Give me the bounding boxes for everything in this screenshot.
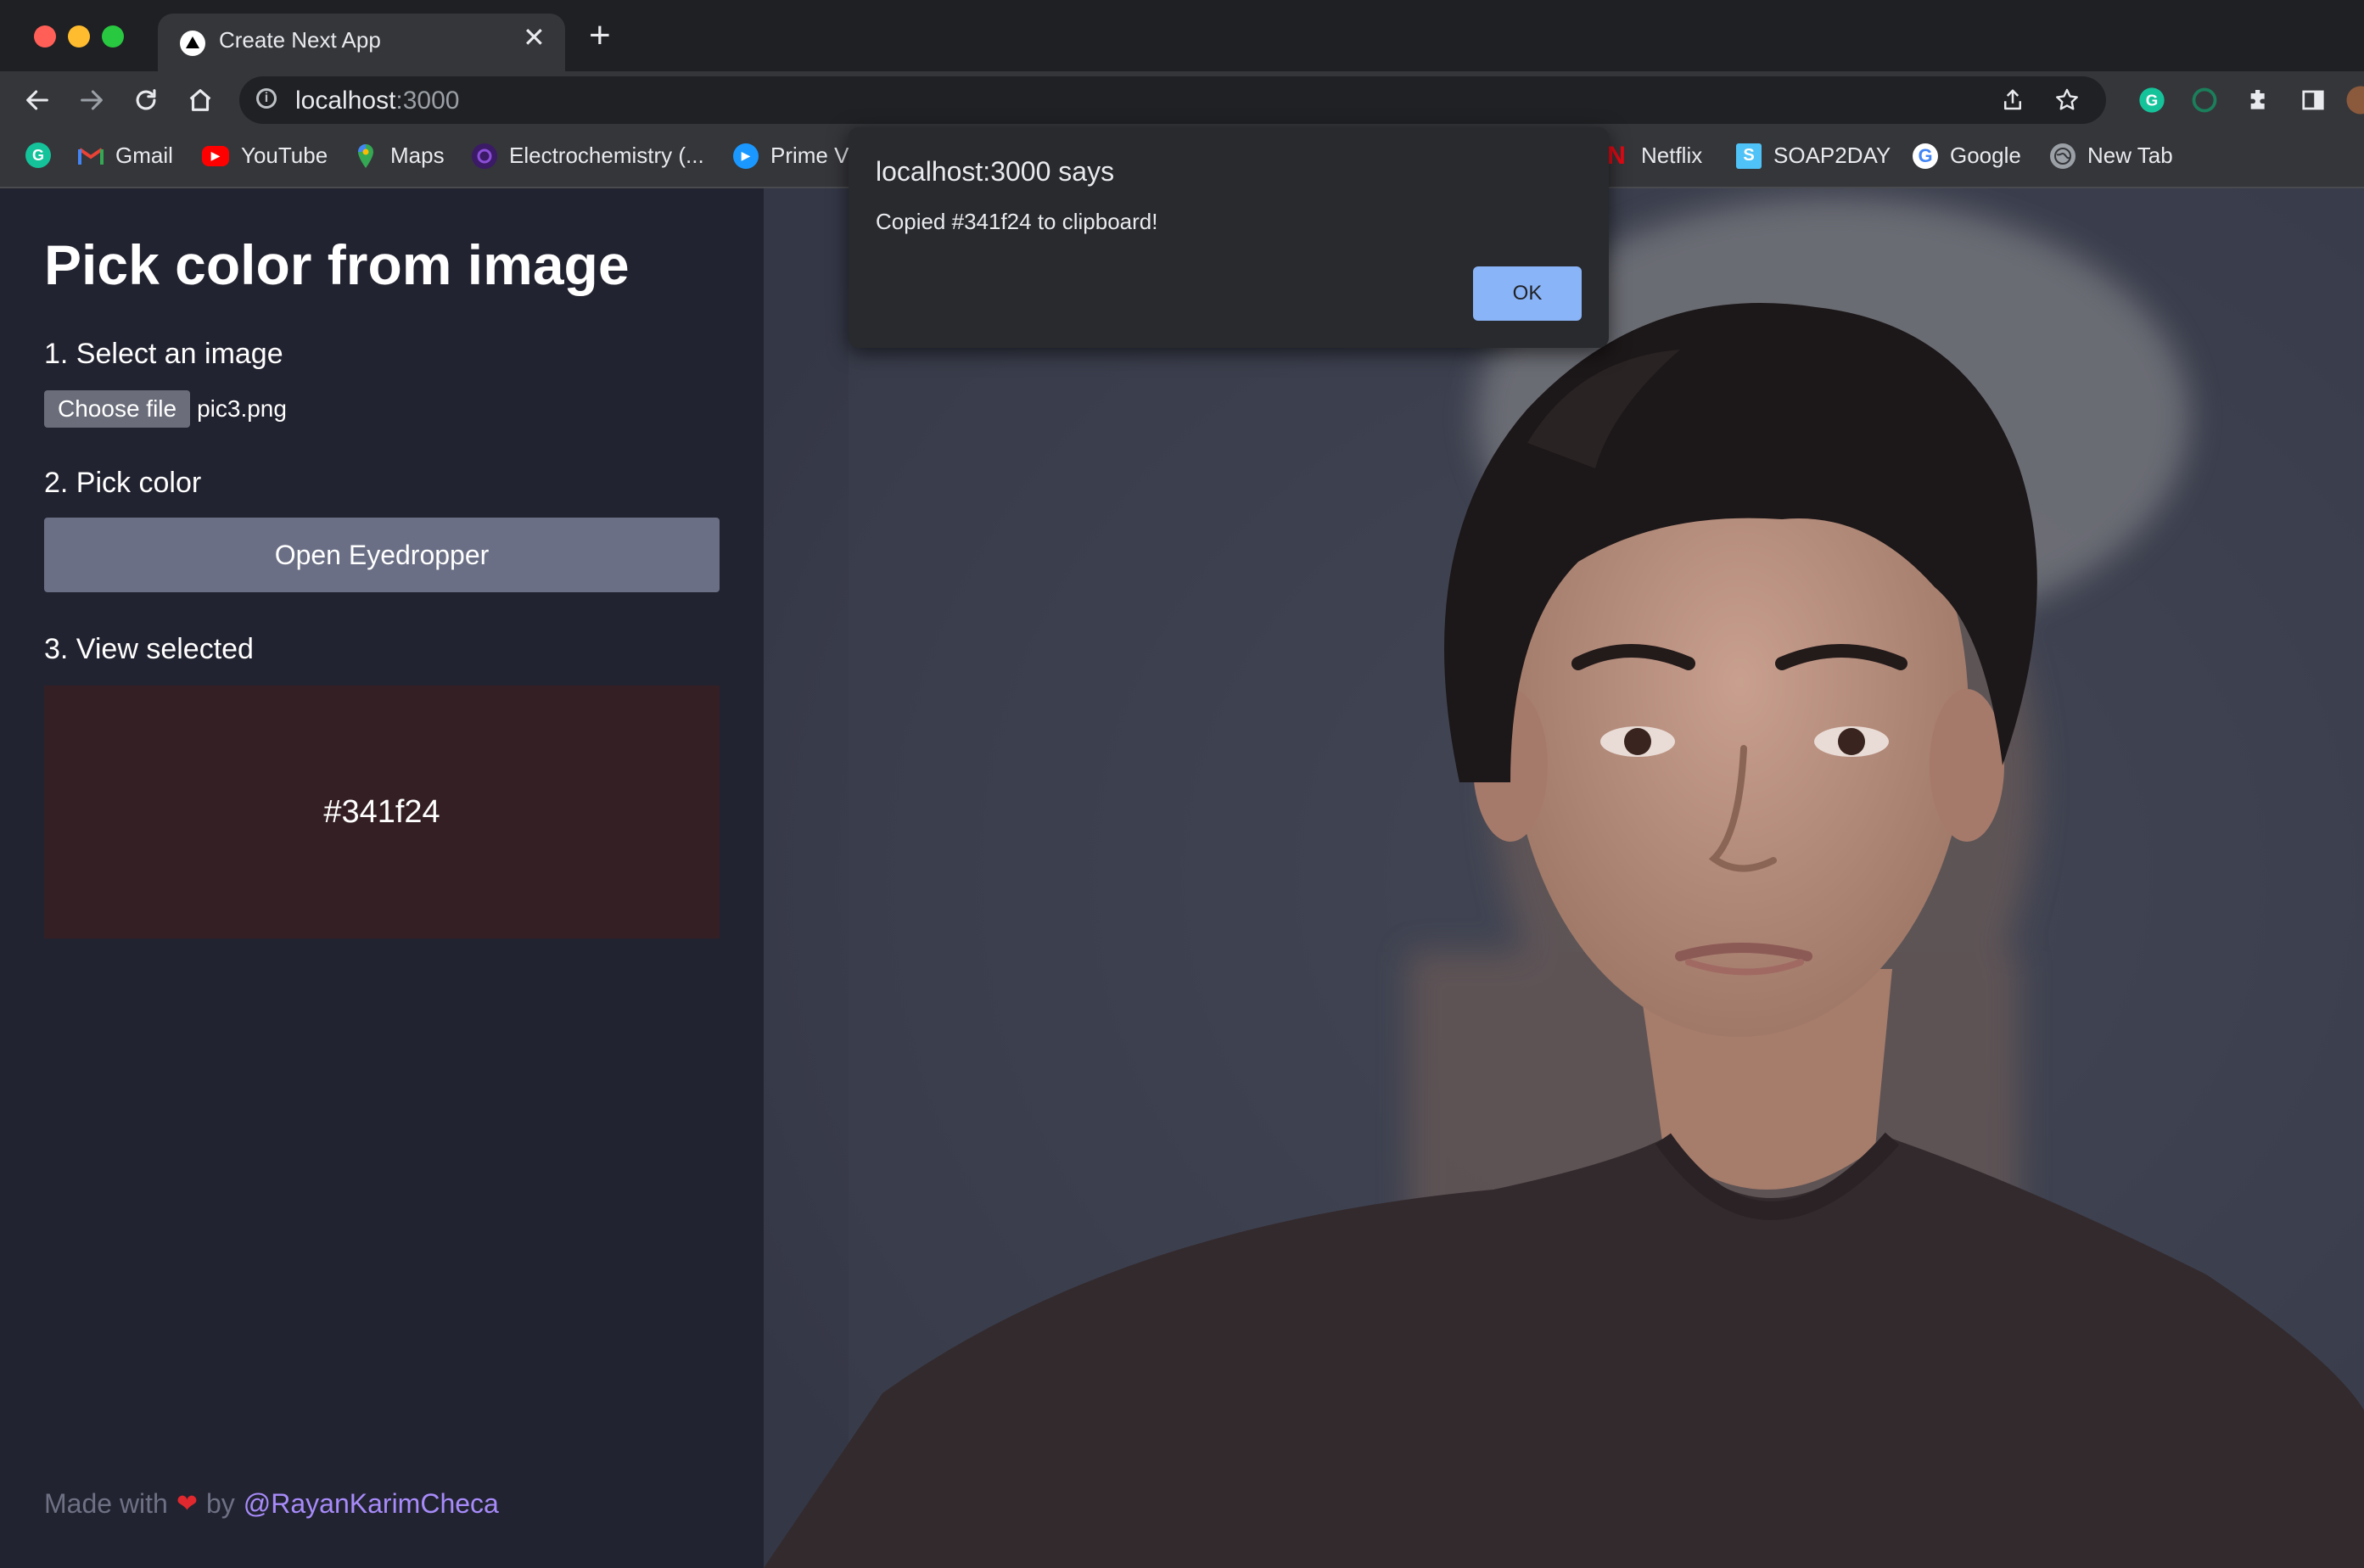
page-content: Pick color from image 1. Select an image… bbox=[0, 188, 2364, 1568]
tab-create-next-app[interactable]: Create Next App ✕ bbox=[158, 14, 565, 71]
choose-file-button[interactable]: Choose file bbox=[44, 390, 191, 428]
google-icon: G bbox=[1913, 143, 1938, 169]
youtube-icon: ▶ bbox=[202, 145, 229, 166]
bookmark-google[interactable]: G Google bbox=[1913, 143, 2021, 169]
bookmark-label: Prime V bbox=[770, 143, 849, 168]
gmail-icon bbox=[78, 143, 104, 169]
profile-avatar[interactable] bbox=[2342, 81, 2364, 119]
extension-icon[interactable] bbox=[2186, 81, 2223, 119]
address-bar[interactable]: i localhost:3000 bbox=[239, 76, 2106, 124]
close-window-button[interactable] bbox=[34, 25, 56, 48]
sidebar: Pick color from image 1. Select an image… bbox=[0, 188, 764, 1568]
bookmark-label: Gmail bbox=[115, 143, 173, 168]
svg-text:G: G bbox=[2146, 92, 2159, 109]
soap2day-icon: S bbox=[1736, 143, 1762, 169]
bookmark-label: New Tab bbox=[2087, 143, 2173, 168]
grammarly-extension-icon[interactable]: G bbox=[2133, 81, 2171, 119]
file-name: pic3.png bbox=[197, 395, 287, 422]
bookmark-star-icon[interactable] bbox=[2048, 81, 2086, 119]
maximize-window-button[interactable] bbox=[102, 25, 124, 48]
home-icon[interactable] bbox=[182, 81, 219, 119]
dialog-message: Copied #341f24 to clipboard! bbox=[876, 209, 1158, 234]
bookmark-soap2day[interactable]: S SOAP2DAY bbox=[1736, 143, 1891, 169]
file-input: Choose file pic3.png bbox=[44, 390, 287, 428]
tab-title: Create Next App bbox=[219, 27, 381, 53]
grammarly-icon: G bbox=[25, 143, 51, 168]
footer-prefix: Made with bbox=[44, 1488, 168, 1519]
bookmark-gmail[interactable]: Gmail bbox=[78, 143, 173, 169]
share-icon[interactable] bbox=[1994, 81, 2031, 119]
portrait-photo[interactable] bbox=[764, 188, 2364, 1568]
bookmark-label: YouTube bbox=[241, 143, 328, 168]
page-title: Pick color from image bbox=[44, 233, 630, 296]
tab-close-icon[interactable]: ✕ bbox=[523, 24, 546, 51]
bookmark-maps[interactable]: Maps bbox=[353, 143, 445, 169]
nextjs-favicon-icon bbox=[180, 31, 205, 56]
new-tab-button[interactable]: + bbox=[589, 16, 611, 53]
maps-icon bbox=[353, 143, 378, 169]
back-icon[interactable] bbox=[19, 81, 56, 119]
alert-dialog: localhost:3000 says Copied #341f24 to cl… bbox=[849, 127, 1609, 348]
heart-icon: ❤ bbox=[176, 1490, 198, 1518]
extensions-puzzle-icon[interactable] bbox=[2240, 81, 2277, 119]
bookmark-youtube[interactable]: ▶ YouTube bbox=[202, 143, 328, 169]
site-info-icon[interactable]: i bbox=[256, 88, 277, 109]
footer-by: by bbox=[205, 1488, 235, 1519]
selected-color-swatch[interactable]: #341f24 bbox=[44, 686, 720, 938]
reload-icon[interactable] bbox=[127, 81, 165, 119]
bookmark-grammarly[interactable]: G bbox=[25, 143, 63, 168]
bookmark-prime-video[interactable]: ▶ Prime V bbox=[733, 143, 849, 169]
bookmark-label: Electrochemistry (... bbox=[509, 143, 704, 168]
bookmark-label: Maps bbox=[390, 143, 445, 168]
electrochemistry-icon bbox=[472, 143, 497, 169]
step-view-selected-label: 3. View selected bbox=[44, 633, 254, 665]
selected-color-hex: #341f24 bbox=[323, 793, 440, 830]
bookmark-netflix[interactable]: N Netflix bbox=[1604, 142, 1703, 170]
prime-video-icon: ▶ bbox=[733, 143, 759, 169]
author-link[interactable]: @RayanKarimCheca bbox=[244, 1488, 499, 1520]
tab-strip: Create Next App ✕ + bbox=[0, 0, 2364, 71]
globe-icon bbox=[2050, 143, 2076, 169]
side-panel-icon[interactable] bbox=[2294, 81, 2332, 119]
forward-icon[interactable] bbox=[73, 81, 110, 119]
bookmark-label: SOAP2DAY bbox=[1773, 143, 1891, 168]
minimize-window-button[interactable] bbox=[68, 25, 90, 48]
dialog-title: localhost:3000 says bbox=[876, 156, 1115, 187]
open-eyedropper-button[interactable]: Open Eyedropper bbox=[44, 518, 720, 592]
bookmark-electrochemistry[interactable]: Electrochemistry (... bbox=[472, 143, 704, 169]
image-canvas[interactable] bbox=[764, 188, 2364, 1568]
bookmark-new-tab[interactable]: New Tab bbox=[2050, 143, 2173, 169]
browser-toolbar: i localhost:3000 G bbox=[0, 71, 2364, 129]
footer: Made with ❤ by @RayanKarimCheca bbox=[44, 1488, 499, 1520]
browser-window: Create Next App ✕ + i localhost:3000 G G… bbox=[0, 0, 2364, 1568]
bookmark-label: Google bbox=[1950, 143, 2021, 168]
bookmark-label: Netflix bbox=[1641, 143, 1703, 168]
step-select-image-label: 1. Select an image bbox=[44, 338, 283, 370]
url-text: localhost:3000 bbox=[295, 87, 460, 115]
dialog-ok-button[interactable]: OK bbox=[1473, 266, 1582, 321]
step-pick-color-label: 2. Pick color bbox=[44, 467, 202, 499]
